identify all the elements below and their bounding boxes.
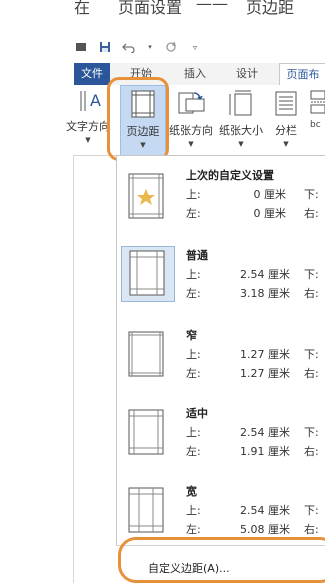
text-direction-glyph: A [90,91,101,110]
margins-dropdown: 上次的自定义设置 上: 0 厘米 下: 左: 0 厘米 右: 普通 上: 2.5… [116,155,325,583]
narrow-page-icon [128,331,164,377]
text-direction-button[interactable]: A 文字方向 ▼ [66,89,110,144]
value-top: 1.27 厘米 [240,348,290,361]
label-right: 右: [304,287,319,300]
orientation-button[interactable]: 纸张方向 ▼ [166,89,216,148]
app-icon [74,40,88,54]
value-top: 2.54 厘米 [240,426,290,439]
option-title: 适中 [186,407,208,420]
breaks-button[interactable]: bc [307,89,325,132]
text-direction-icon: A [80,91,101,111]
caption-text: 在 页面设置 —— 页边距 [0,0,325,17]
orientation-icon [178,92,205,114]
normal-page-icon [129,250,165,296]
value-top: 0 厘米 [253,188,287,201]
page-edge [73,155,74,583]
value-left: 3.18 厘米 [240,287,290,300]
label-right: 右: [304,207,319,220]
tab-insert[interactable]: 插入 [178,63,212,85]
value-left: 1.27 厘米 [240,367,290,380]
text-direction-label: 文字方向 [66,120,110,133]
value-top: 2.54 厘米 [240,504,290,517]
tab-page-layout[interactable]: 页面布 [279,63,325,86]
label-left: 左: [186,367,201,380]
columns-label: 分栏 [275,124,297,137]
save-icon[interactable] [98,40,112,54]
tab-design[interactable]: 设计 [230,63,264,85]
tab-file[interactable]: 文件 [74,63,110,85]
label-right: 右: [304,445,319,458]
label-bottom: 下: [304,348,319,361]
value-left: 5.08 厘米 [240,523,290,536]
undo-icon[interactable] [122,40,136,54]
dropdown-arrow-icon[interactable]: ▾ [146,40,154,54]
caption-part-4: 页边距 [246,0,295,17]
label-top: 上: [186,504,201,517]
option-title: 窄 [186,329,197,342]
wide-page-icon [128,487,164,533]
label-left: 左: [186,523,201,536]
columns-icon [275,91,297,116]
redo-icon[interactable] [164,40,178,54]
label-top: 上: [186,268,201,281]
margin-option-last-custom[interactable]: 上次的自定义设置 上: 0 厘米 下: 左: 0 厘米 右: [117,156,325,232]
chevron-down-icon: ▼ [238,140,244,148]
size-button[interactable]: 纸张大小 ▼ [216,89,266,148]
columns-button[interactable]: 分栏 ▼ [270,89,302,148]
orientation-label: 纸张方向 [169,124,213,137]
margin-preview [121,328,175,384]
label-bottom: 下: [304,188,319,201]
customize-toolbar-icon[interactable]: ▿ [188,40,202,54]
caption-part-3: —— [196,0,228,13]
chevron-down-icon: ▼ [188,140,194,148]
option-title: 上次的自定义设置 [186,169,274,182]
label-top: 上: [186,348,201,361]
label-bottom: 下: [304,268,319,281]
moderate-page-icon [128,409,164,455]
label-left: 左: [186,207,201,220]
margin-option-normal[interactable]: 普通 上: 2.54 厘米 下: 左: 3.18 厘米 右: [117,236,325,312]
margin-option-narrow[interactable]: 窄 上: 1.27 厘米 下: 左: 1.27 厘米 右: [117,316,325,392]
margin-preview [121,170,175,226]
breaks-icon: bc [310,90,325,130]
quick-access-toolbar: ▾ ▿ [74,38,202,56]
margin-preview [121,246,175,302]
chevron-down-icon: ▼ [283,140,289,148]
value-top: 2.54 厘米 [240,268,290,281]
label-right: 右: [304,367,319,380]
label-bottom: 下: [304,426,319,439]
breaks-glyph: bc [310,120,321,129]
label-top: 上: [186,188,201,201]
caption-part-2: 页面设置 [118,0,183,17]
highlight-margins-button [107,77,169,161]
highlight-custom-margins [118,537,325,583]
margin-preview [121,484,175,540]
margin-preview [121,406,175,462]
margin-option-moderate[interactable]: 适中 上: 2.54 厘米 下: 左: 1.91 厘米 右: [117,394,325,470]
chevron-down-icon: ▼ [85,136,91,144]
last-custom-page-icon [128,173,164,219]
value-left: 1.91 厘米 [240,445,290,458]
label-left: 左: [186,445,201,458]
paper-size-icon [229,90,252,116]
label-right: 右: [304,523,319,536]
label-top: 上: [186,426,201,439]
option-title: 普通 [186,249,208,262]
option-title: 宽 [186,485,197,498]
caption-part-1: 在 [74,0,91,17]
label-bottom: 下: [304,504,319,517]
size-label: 纸张大小 [219,124,263,137]
value-left: 0 厘米 [253,207,287,220]
label-left: 左: [186,287,201,300]
